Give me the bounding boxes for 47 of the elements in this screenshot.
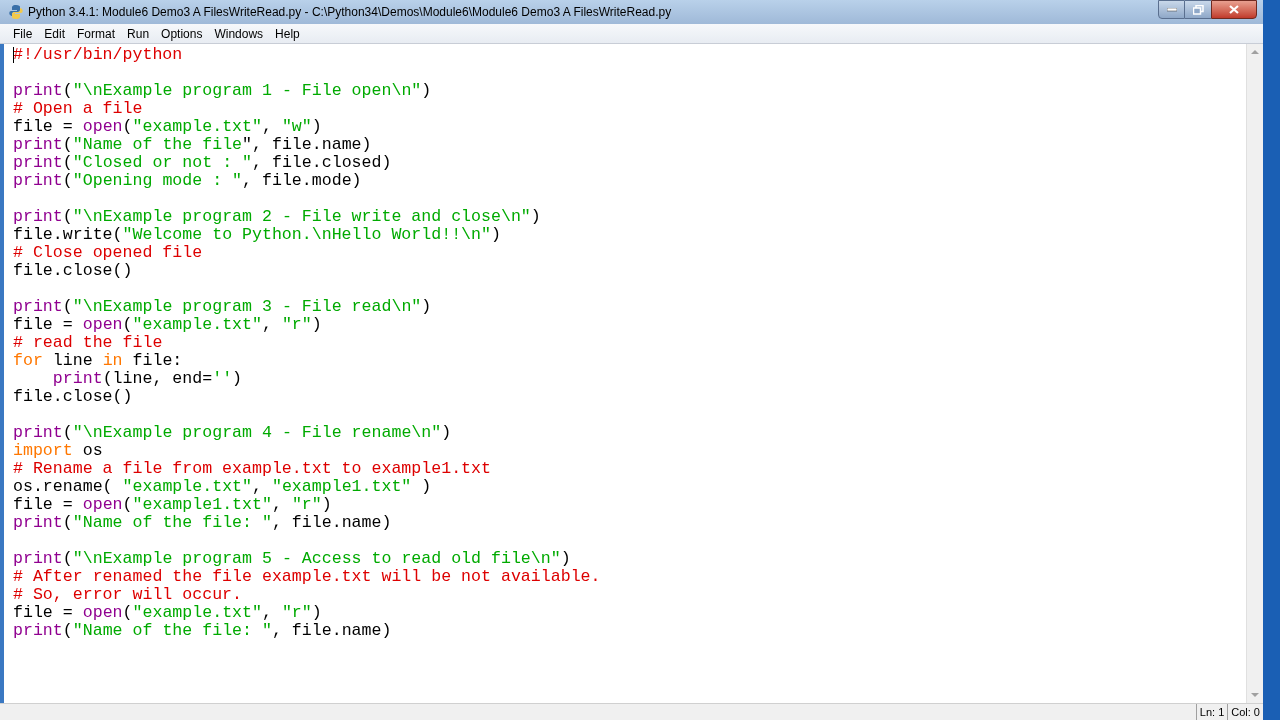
text-cursor: [13, 47, 14, 63]
code-line: print("Name of the file: ", file.name): [13, 514, 392, 532]
menu-item[interactable]: Windows: [208, 24, 270, 43]
code-line: file.close(): [13, 388, 133, 406]
code-line: #!/usr/bin/python: [13, 46, 183, 64]
code-line: print("Closed or not : ", file.closed): [13, 154, 392, 172]
code-line: os.rename( "example.txt", "example1.txt" ): [13, 478, 432, 496]
menu-item[interactable]: Help: [269, 24, 306, 43]
code-line: # read the file: [13, 334, 163, 352]
menu-item[interactable]: Edit: [38, 24, 72, 43]
code-line: file = open("example.txt", "r"): [13, 316, 322, 334]
restore-icon: [1192, 4, 1204, 15]
code-line: # Rename a file from example.txt to example1.txt: [13, 460, 491, 478]
code-line: print("\nExample program 2 - File write and close\n"): [13, 208, 541, 226]
vertical-scrollbar[interactable]: [1246, 44, 1263, 703]
code-line: # So, error will occur.: [13, 586, 243, 604]
code-line: import os: [13, 442, 103, 460]
code-line: # Close opened file: [13, 244, 203, 262]
code-line: file.write("Welcome to Python.\nHello World!!\n"): [13, 226, 501, 244]
close-icon: [1229, 5, 1239, 14]
code-line: for line in file:: [13, 352, 183, 370]
menu-item[interactable]: Run: [121, 24, 156, 43]
code-line: print("Name of the file: ", file.name): [13, 622, 392, 640]
code-line: print("\nExample program 4 - File rename\n"): [13, 424, 452, 442]
code-line: file = open("example.txt", "w"): [13, 118, 322, 136]
minimize-button[interactable]: [1158, 0, 1185, 19]
code-line: # Open a file: [13, 100, 143, 118]
restore-button[interactable]: [1185, 0, 1211, 19]
python-logo-icon: [8, 4, 24, 20]
minimize-icon: [1166, 7, 1177, 12]
menu-item[interactable]: File: [7, 24, 39, 43]
code-line: print("\nExample program 1 - File open\n"): [13, 82, 432, 100]
close-button[interactable]: [1211, 0, 1257, 19]
line-number-status: Ln: 1: [1195, 704, 1229, 720]
code-line: # After renamed the file example.txt will be not available.: [13, 568, 601, 586]
code-line: file.close(): [13, 262, 133, 280]
code-line: print("Opening mode : ", file.mode): [13, 172, 362, 190]
menu-item[interactable]: Options: [155, 24, 209, 43]
window-title: Python 3.4.1: Module6 Demo3 A FilesWriteRead.py - C:\Python34\Demos\Module6\Module6 Demo3 A FilesWriteRead.py: [28, 4, 672, 21]
code-line: print("\nExample program 5 - Access to read old file\n"): [13, 550, 571, 568]
code-line: print("Name of the file", file.name): [13, 136, 372, 154]
column-status: Col: 0: [1230, 705, 1261, 720]
code-line: file = open("example.txt", "r"): [13, 604, 322, 622]
code-line: print("\nExample program 3 - File read\n"): [13, 298, 432, 316]
menu-item[interactable]: Format: [71, 24, 122, 43]
code-line: print(line, end=''): [51, 370, 243, 388]
code-line: file = open("example1.txt", "r"): [13, 496, 332, 514]
